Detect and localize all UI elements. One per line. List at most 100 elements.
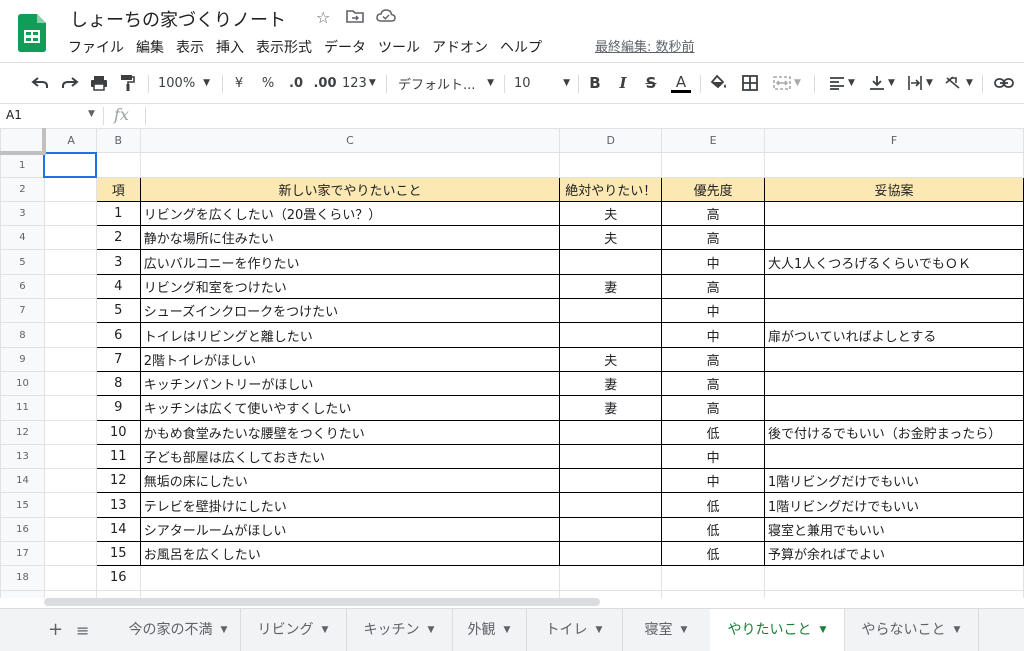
cell[interactable] (43, 273, 97, 300)
cell[interactable] (559, 152, 663, 178)
row-header[interactable]: 10 (0, 370, 45, 397)
item-number-cell[interactable]: 9 (95, 395, 141, 421)
must-do-cell[interactable] (559, 322, 663, 348)
fill-color-icon[interactable] (708, 73, 730, 93)
wish-cell[interactable]: リビング和室をつけたい (139, 273, 561, 300)
priority-cell[interactable]: 高 (661, 346, 766, 372)
menu-insert[interactable]: 挿入 (210, 38, 250, 58)
undo-icon[interactable] (30, 73, 50, 93)
cell[interactable] (764, 589, 1024, 598)
item-number-cell[interactable]: 2 (95, 225, 141, 251)
cell[interactable] (43, 565, 97, 591)
row-header[interactable]: 4 (0, 225, 45, 251)
row-header[interactable]: 1 (0, 152, 45, 178)
row-header[interactable]: 18 (0, 565, 45, 591)
row-header[interactable]: 2 (0, 176, 45, 202)
priority-cell[interactable]: 低 (661, 492, 766, 518)
compromise-cell[interactable] (764, 225, 1024, 251)
sheet-tab-6[interactable]: 寝室 ▼ (622, 609, 711, 651)
column-header-c[interactable]: C (139, 128, 561, 154)
must-do-cell[interactable]: 妻 (559, 395, 663, 421)
cell[interactable] (43, 492, 97, 518)
row-header[interactable]: 18 (0, 589, 45, 598)
column-header-d[interactable]: D (559, 128, 663, 154)
priority-cell[interactable]: 低 (661, 516, 766, 543)
sheets-logo-icon[interactable] (18, 14, 50, 54)
sheet-tab-2[interactable]: リビング ▼ (240, 609, 347, 651)
must-do-cell[interactable] (559, 492, 663, 518)
cell[interactable] (43, 346, 97, 372)
must-do-cell[interactable] (559, 468, 663, 494)
cell[interactable] (764, 152, 1024, 178)
cell[interactable] (43, 225, 97, 251)
menu-edit[interactable]: 編集 (130, 38, 170, 58)
column-header-a[interactable]: A (43, 128, 97, 154)
priority-cell[interactable]: 中 (661, 298, 766, 324)
document-title[interactable]: しょーちの家づくりノート (70, 6, 286, 32)
menu-addons[interactable]: アドオン (426, 38, 494, 58)
must-do-cell[interactable] (559, 443, 663, 470)
header-cell-wish[interactable]: 新しい家でやりたいこと (139, 176, 561, 202)
chevron-down-icon[interactable]: ▼ (88, 109, 95, 119)
text-rotation-icon[interactable]: ▼ (942, 73, 976, 93)
menu-tools[interactable]: ツール (372, 38, 426, 58)
row-header[interactable]: 15 (0, 492, 45, 518)
compromise-cell[interactable]: 大人1人くつろげるくらいでもＯＫ (764, 249, 1024, 275)
row-header[interactable]: 17 (0, 541, 45, 567)
move-folder-icon[interactable] (346, 8, 364, 28)
priority-cell[interactable]: 高 (661, 273, 766, 300)
item-number-cell[interactable]: 15 (95, 541, 141, 567)
bold-button[interactable]: B (586, 73, 604, 93)
chevron-down-icon[interactable]: ▼ (322, 625, 329, 635)
menu-data[interactable]: データ (318, 38, 372, 58)
currency-button[interactable]: ¥ (230, 73, 248, 93)
compromise-cell[interactable] (764, 443, 1024, 470)
row-header[interactable]: 9 (0, 346, 45, 372)
compromise-cell[interactable] (764, 200, 1024, 227)
horizontal-align-icon[interactable]: ▼ (826, 73, 858, 93)
must-do-cell[interactable] (559, 419, 663, 445)
must-do-cell[interactable] (559, 565, 663, 591)
cell[interactable] (43, 395, 97, 421)
wish-cell[interactable]: テレビを壁掛けにしたい (139, 492, 561, 518)
wish-cell[interactable] (139, 565, 561, 591)
horizontal-scrollbar[interactable] (44, 598, 600, 606)
column-header-b[interactable]: B (95, 128, 141, 154)
wish-cell[interactable]: 2階トイレがほしい (139, 346, 561, 372)
cell[interactable] (43, 468, 97, 494)
text-wrap-icon[interactable]: ▼ (904, 73, 936, 93)
compromise-cell[interactable] (764, 565, 1024, 591)
compromise-cell[interactable]: 扉がついていればよしとする (764, 322, 1024, 348)
row-header[interactable]: 16 (0, 516, 45, 543)
percent-button[interactable]: % (258, 73, 278, 93)
cell[interactable] (43, 541, 97, 567)
zoom-select[interactable]: 100% ▼ (158, 73, 216, 93)
all-sheets-icon[interactable]: ≡ (76, 621, 89, 640)
cell[interactable] (43, 298, 97, 324)
wish-cell[interactable]: 静かな場所に住みたい (139, 225, 561, 251)
chevron-down-icon[interactable]: ▼ (221, 625, 228, 635)
row-header[interactable]: 6 (0, 273, 45, 300)
cell[interactable] (43, 516, 97, 543)
cell[interactable] (43, 249, 97, 275)
header-cell-must[interactable]: 絶対やりたい！ (559, 176, 663, 202)
text-color-button[interactable]: A (670, 73, 692, 93)
header-cell-item[interactable]: 項 (95, 176, 141, 202)
row-header[interactable]: 7 (0, 298, 45, 324)
last-edit-link[interactable]: 最終編集: 数秒前 (595, 38, 695, 58)
select-all-corner[interactable] (0, 128, 47, 155)
row-header[interactable]: 5 (0, 249, 45, 275)
cell[interactable] (95, 589, 141, 598)
item-number-cell[interactable]: 4 (95, 273, 141, 300)
wish-cell[interactable]: 広いバルコニーを作りたい (139, 249, 561, 275)
cell[interactable] (139, 152, 561, 178)
cell[interactable] (43, 176, 97, 202)
wish-cell[interactable]: リビングを広くしたい（20畳くらい？） (139, 200, 561, 227)
wish-cell[interactable]: 無垢の床にしたい (139, 468, 561, 494)
sheet-tab-3[interactable]: キッチン ▼ (346, 609, 453, 651)
sheet-tab-4[interactable]: 外観 ▼ (452, 609, 527, 651)
menu-file[interactable]: ファイル (62, 38, 130, 58)
strikethrough-button[interactable]: S (642, 73, 660, 93)
must-do-cell[interactable]: 夫 (559, 225, 663, 251)
cell-a1-selected[interactable] (43, 151, 98, 179)
